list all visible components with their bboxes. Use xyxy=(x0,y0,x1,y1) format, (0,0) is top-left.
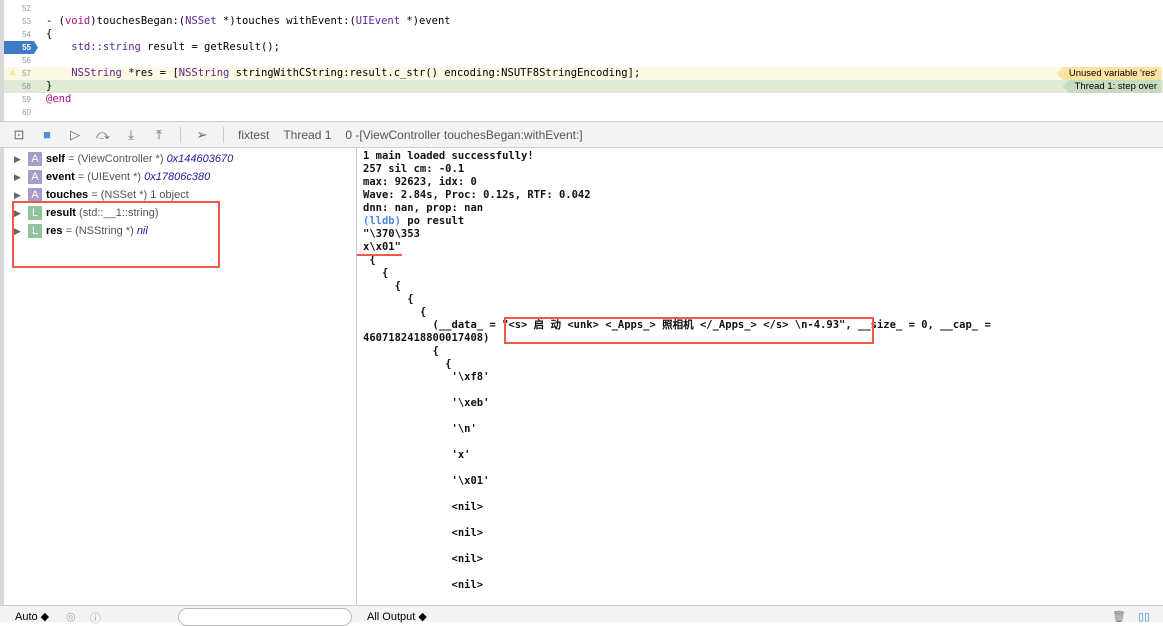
breadcrumb-frame[interactable]: 0 -[ViewController touchesBegan:withEven… xyxy=(345,128,582,142)
lldb-prompt: (lldb) xyxy=(363,215,401,227)
code-line[interactable]: 56 xyxy=(4,54,1163,67)
code-line[interactable]: 53 - (void)touchesBegan:(NSSet *)touches … xyxy=(4,15,1163,28)
trash-icon[interactable]: 🗑 xyxy=(1112,610,1126,623)
code-line[interactable]: 59 @end xyxy=(4,93,1163,106)
line-number: 52 xyxy=(22,4,31,13)
variable-value: 0x144603670 xyxy=(166,153,234,165)
line-number: 55 xyxy=(22,43,31,52)
divider xyxy=(223,126,224,143)
variable-kind-badge: A xyxy=(28,152,42,166)
simulate-location-icon[interactable]: ➢ xyxy=(195,127,209,142)
hide-debug-area-icon[interactable]: ⊡ xyxy=(12,127,26,142)
highlight-box xyxy=(504,317,874,344)
disclosure-triangle-icon[interactable]: ▶ xyxy=(14,172,24,183)
code-line[interactable]: 57 NSString *res = [NSString stringWithC… xyxy=(4,67,1163,80)
line-number: 54 xyxy=(22,30,31,39)
line-number: 57 xyxy=(22,69,31,78)
eye-icon[interactable]: ◎ xyxy=(66,610,76,623)
variable-name: event xyxy=(46,171,75,183)
line-number: 60 xyxy=(22,108,31,117)
variables-filter-input[interactable] xyxy=(178,608,352,626)
code-text: std::string result = getResult(); xyxy=(71,41,280,53)
disclosure-triangle-icon[interactable]: ▶ xyxy=(14,190,24,201)
continue-icon[interactable]: ▷ xyxy=(68,127,82,142)
variable-row[interactable]: ▶ Aself = (ViewController *) 0x144603670 xyxy=(14,150,233,168)
console-command: po result xyxy=(400,215,465,227)
console-log: 1 main loaded successfully! 257 sil cm: … xyxy=(363,150,591,214)
divider xyxy=(180,126,181,143)
info-icon[interactable]: ⓘ xyxy=(90,610,101,626)
code-line[interactable]: 58} Thread 1: step over xyxy=(4,80,1163,93)
step-out-icon[interactable]: ⤒ xyxy=(152,127,166,142)
code-line[interactable]: 55 std::string result = getResult(); xyxy=(4,41,1163,54)
code-text: } xyxy=(46,80,53,92)
variable-value: 0x17806c380 xyxy=(144,171,211,183)
code-text: - (void)touchesBegan:(NSSet *)touches wi… xyxy=(46,15,451,27)
highlight-underline xyxy=(357,254,402,256)
variable-row[interactable]: ▶ Aevent = (UIEvent *) 0x17806c380 xyxy=(14,168,210,186)
code-text: NSString *res = [NSString stringWithCStr… xyxy=(71,67,641,79)
split-view-icon[interactable]: ▯▯ xyxy=(1138,610,1150,623)
variable-kind-badge: A xyxy=(28,188,42,202)
line-number: 59 xyxy=(22,95,31,104)
variable-name: touches xyxy=(46,189,89,201)
code-line[interactable]: 54 { xyxy=(4,28,1163,41)
step-badge: Thread 1: step over xyxy=(1062,80,1161,93)
code-line[interactable]: 52 xyxy=(4,2,1163,15)
variable-kind-badge: A xyxy=(28,170,42,184)
output-selector[interactable]: All Output ◆ xyxy=(367,610,427,623)
warning-badge[interactable]: Unused variable 'res' xyxy=(1056,67,1161,80)
breadcrumb-target[interactable]: fixtest xyxy=(238,128,269,142)
console-output[interactable]: 1 main loaded successfully! 257 sil cm: … xyxy=(357,148,1163,605)
code-line[interactable]: 60 xyxy=(4,106,1163,119)
warning-icon[interactable]: ⚠ xyxy=(10,67,15,80)
highlight-box xyxy=(12,201,220,268)
scope-selector[interactable]: Auto ◆ xyxy=(15,610,49,623)
variable-type: = (ViewController *) xyxy=(64,153,167,165)
step-over-icon[interactable]: ⤼ xyxy=(96,127,110,142)
breadcrumb-thread[interactable]: Thread 1 xyxy=(283,128,331,142)
console-result: "\370\353 x\x01" { { { { { (__data_ = "<… xyxy=(363,228,991,591)
variable-name: self xyxy=(46,153,65,165)
breakpoints-toggle-icon[interactable]: ■ xyxy=(40,127,54,142)
code-text: { xyxy=(46,28,53,40)
variable-type: = (UIEvent *) xyxy=(74,171,145,183)
debug-toolbar: ⊡ ■ ▷ ⤼ ⤓ ⤒ ➢ fixtest Thread 1 0 -[ViewC… xyxy=(0,121,1163,148)
line-number: 53 xyxy=(22,17,31,26)
step-into-icon[interactable]: ⤓ xyxy=(124,127,138,142)
line-number: 58 xyxy=(22,82,31,91)
line-number: 56 xyxy=(22,56,31,65)
variable-type: = (NSSet *) 1 object xyxy=(88,189,189,201)
bottom-bar: Auto ◆ ◎ ⓘ All Output ◆ 🗑 ▯▯ xyxy=(0,605,1163,626)
code-text: @end xyxy=(46,93,72,105)
source-editor[interactable]: 52 53 - (void)touchesBegan:(NSSet *)touche… xyxy=(0,0,1163,121)
disclosure-triangle-icon[interactable]: ▶ xyxy=(14,154,24,165)
